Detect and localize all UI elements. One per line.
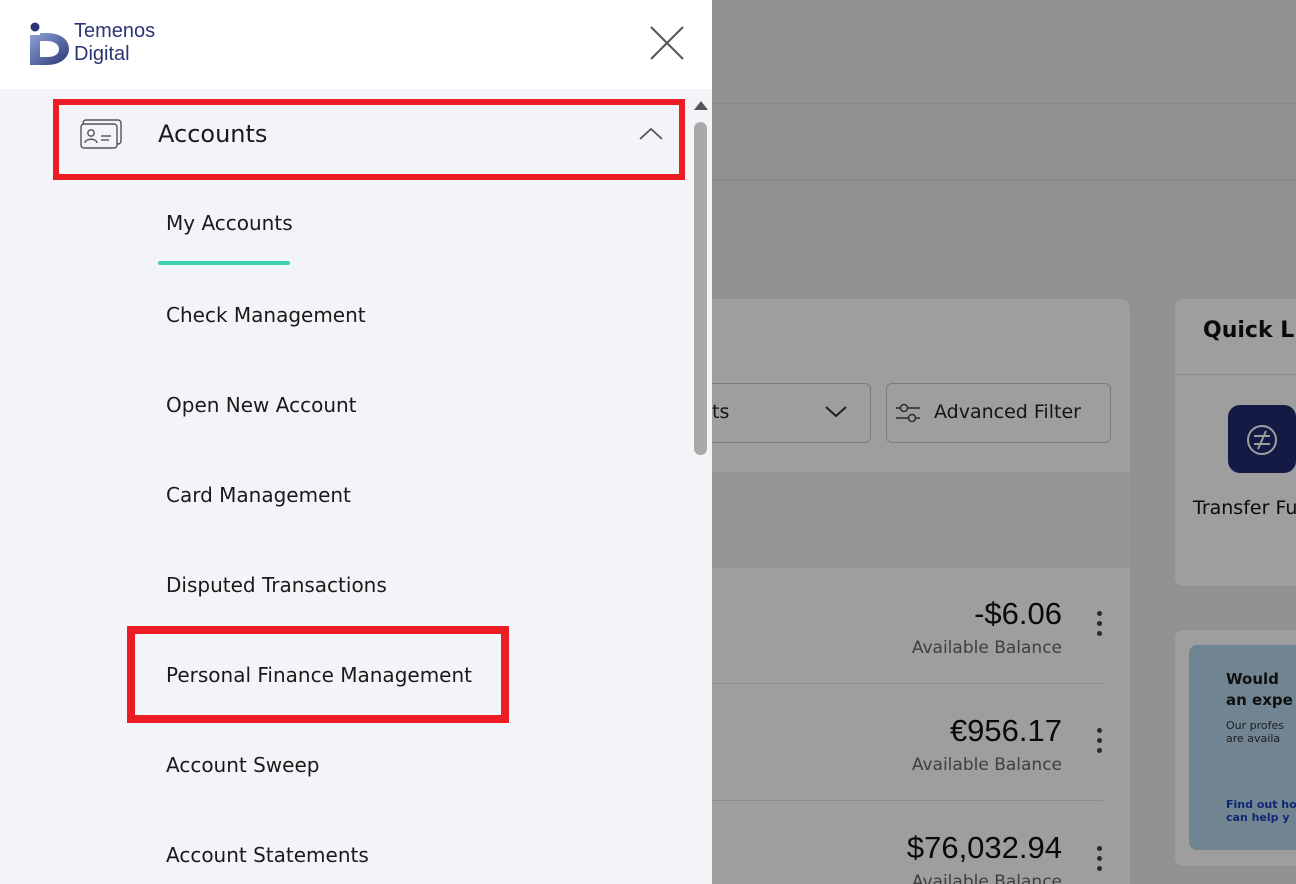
nav-item-card-management[interactable]: Card Management xyxy=(166,483,351,507)
temenos-logo-text: Temenos Digital xyxy=(74,20,156,65)
nav-item-personal-finance-management[interactable]: Personal Finance Management xyxy=(166,663,472,687)
nav-item-check-management[interactable]: Check Management xyxy=(166,303,366,327)
account-card-icon xyxy=(80,119,122,149)
chevron-up-icon[interactable] xyxy=(638,124,664,144)
nav-item-account-statements[interactable]: Account Statements xyxy=(166,843,369,867)
nav-section-accounts-label: Accounts xyxy=(158,120,268,148)
scroll-up-arrow-icon[interactable] xyxy=(694,101,708,110)
nav-item-account-sweep[interactable]: Account Sweep xyxy=(166,753,319,777)
nav-item-disputed-transactions[interactable]: Disputed Transactions xyxy=(166,573,387,597)
close-icon[interactable] xyxy=(648,24,686,62)
nav-item-my-accounts[interactable]: My Accounts xyxy=(166,211,293,235)
nav-section-accounts[interactable] xyxy=(58,104,680,174)
nav-item-open-new-account[interactable]: Open New Account xyxy=(166,393,357,417)
temenos-logo-icon xyxy=(30,22,69,65)
active-indicator xyxy=(158,261,290,265)
drawer-scrollbar-thumb[interactable] xyxy=(694,122,707,455)
